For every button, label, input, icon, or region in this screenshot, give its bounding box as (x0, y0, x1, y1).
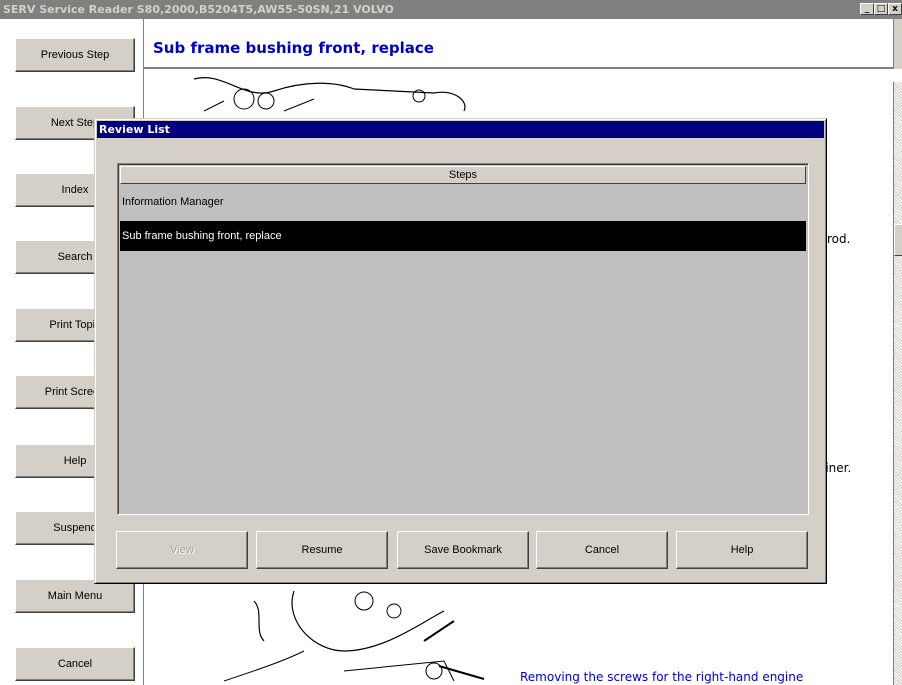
dialog-title: Review List (97, 121, 824, 138)
minimize-icon[interactable]: _ (860, 3, 874, 15)
content-scrollbar[interactable] (893, 82, 902, 685)
review-list-dialog: Review List Steps Information Manager Su… (94, 118, 827, 584)
document-text-fragment: rod. (827, 232, 851, 246)
view-button[interactable]: View (116, 531, 248, 569)
close-icon[interactable]: x (888, 3, 902, 15)
maximize-icon[interactable]: □ (874, 3, 888, 15)
dialog-cancel-button[interactable]: Cancel (536, 531, 668, 569)
save-bookmark-button[interactable]: Save Bookmark (397, 531, 529, 569)
steps-list[interactable]: Steps Information Manager Sub frame bush… (117, 163, 809, 515)
scrollbar-thumb[interactable] (894, 224, 902, 256)
document-title-bar: Sub frame bushing front, replace (144, 19, 896, 69)
dialog-help-button[interactable]: Help (676, 531, 808, 569)
cancel-button[interactable]: Cancel (15, 647, 135, 681)
illustration-bottom (224, 590, 485, 682)
main-menu-button[interactable]: Main Menu (15, 579, 135, 613)
title-scrollbar[interactable] (893, 19, 902, 69)
steps-column-header[interactable]: Steps (120, 166, 806, 184)
resume-button[interactable]: Resume (256, 531, 388, 569)
window-title: SERV Service Reader S80,2000,B5204T5,AW5… (3, 3, 394, 16)
list-item[interactable]: Information Manager (120, 187, 806, 217)
document-title: Sub frame bushing front, replace (153, 39, 434, 57)
previous-step-button[interactable]: Previous Step (15, 38, 135, 72)
figure-caption: Removing the screws for the right-hand e… (520, 670, 804, 684)
list-item-selected[interactable]: Sub frame bushing front, replace (120, 221, 806, 251)
window-titlebar: SERV Service Reader S80,2000,B5204T5,AW5… (0, 0, 902, 19)
